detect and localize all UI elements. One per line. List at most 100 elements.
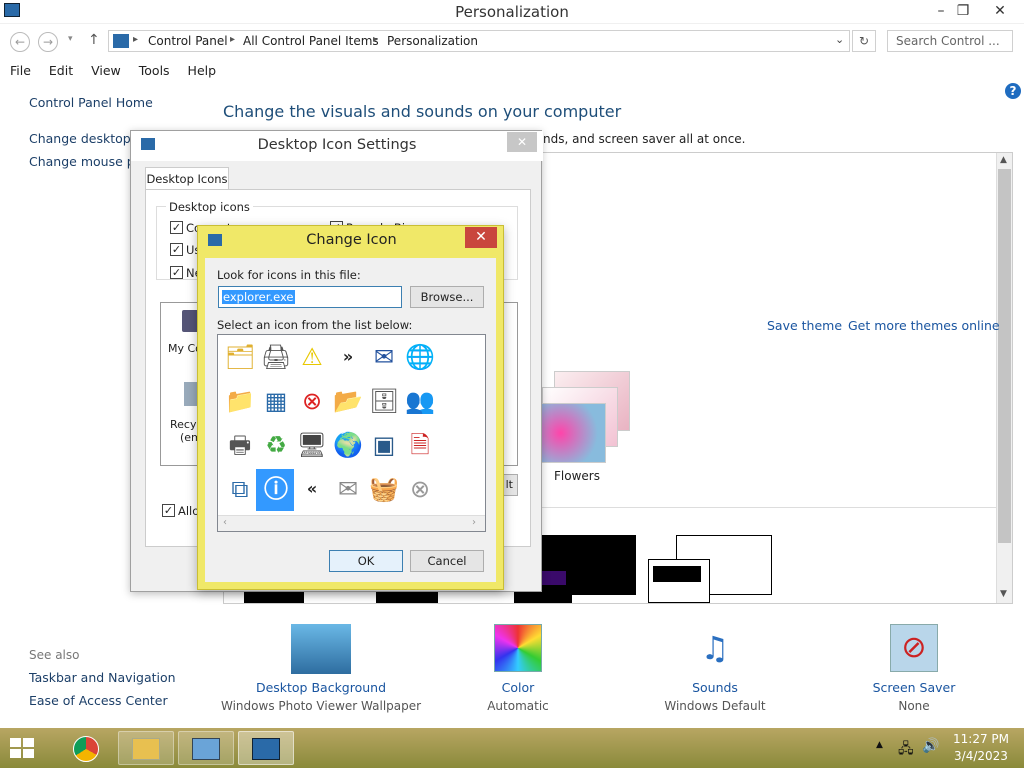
select-icon-label: Select an icon from the list below: [217,318,413,332]
back-button[interactable]: ← [10,32,30,52]
browse-button[interactable]: Browse... [410,286,484,308]
computer-checkbox[interactable]: ✓ [170,221,183,234]
crumb-control-panel[interactable]: Control Panel [148,34,228,48]
sounds-icon: ♫ [700,629,730,667]
error-icon[interactable]: ⊗ [294,383,330,419]
save-theme-link[interactable]: Save theme [767,318,842,333]
allow-themes-checkbox[interactable]: ✓ [162,504,175,517]
info-icon[interactable]: ⓘ [258,471,294,507]
internet-globe-icon[interactable]: 🌐 [402,339,438,375]
scroll-down-icon[interactable]: ▼ [1000,589,1007,599]
forward-arrows-icon[interactable]: » [330,339,366,375]
file-explorer-taskbar-button[interactable] [118,731,174,765]
printer-error-icon[interactable]: 🖨 [258,339,294,375]
scroll-up-icon[interactable]: ▲ [1000,155,1007,165]
icon-grid-scrollbar[interactable]: ‹ › [218,515,485,531]
search-input[interactable]: Search Control ... [887,30,1013,52]
network-icon[interactable]: 🖧 [898,738,914,762]
crumb-all-items[interactable]: All Control Panel Items [243,34,379,48]
dialog-close-button[interactable]: ✕ [507,132,537,152]
computer-icon[interactable]: 🖥 [294,427,330,463]
back-arrows-icon[interactable]: « [294,471,330,507]
dialog-body: Look for icons in this file: explorer.ex… [205,258,496,582]
cancel-circle-icon[interactable]: ⊗ [402,471,438,507]
document-blocked-icon[interactable]: 🗎 [402,427,438,463]
menu-help[interactable]: Help [188,63,217,78]
volume-icon[interactable]: 🔊 [922,738,939,754]
screen-saver-icon: ⊘ [890,624,938,672]
menu-edit[interactable]: Edit [49,63,73,78]
up-button[interactable]: ↑ [88,32,100,48]
clock-date[interactable]: 3/4/2023 [950,749,1012,763]
chrome-taskbar-button[interactable] [58,731,114,765]
nav-change-mouse-pointers[interactable]: Change mouse pointers [29,154,131,169]
users-icon[interactable]: 👥 [402,383,438,419]
printer-icon[interactable]: 🖶 [222,427,258,463]
desktop-background-item[interactable]: Desktop Background Windows Photo Viewer … [221,624,421,713]
screen-saver-item[interactable]: ⊘ Screen Saver None [834,624,994,713]
help-icon[interactable]: ? [1005,83,1021,99]
network-checkbox[interactable]: ✓ [170,266,183,279]
display-icon [252,738,280,760]
chevron-down-icon[interactable]: ⌄ [835,33,844,46]
scroll-thumb[interactable] [998,169,1011,543]
window-title: Personalization [455,3,569,21]
close-button[interactable]: ✕ [985,0,1015,22]
show-hidden-icons[interactable]: ▲ [876,740,883,750]
recycle-icon[interactable]: ♻ [258,427,294,463]
globe-icon[interactable]: 🌍 [330,427,366,463]
color-label[interactable]: Color [438,680,598,695]
sounds-item[interactable]: ♫ Sounds Windows Default [635,624,795,713]
tab-desktop-icons[interactable]: Desktop Icons [145,167,229,190]
personalization-taskbar-button[interactable] [238,731,294,765]
nav-change-desktop-icons[interactable]: Change desktop icons [29,131,131,146]
folder-up-icon[interactable]: 📁 [222,383,258,419]
scroll-right-icon[interactable]: › [472,517,476,528]
recent-pages-icon[interactable]: ▾ [68,34,73,44]
high-contrast-white-thumb-2 [648,559,710,603]
menu-view[interactable]: View [91,63,121,78]
sounds-label[interactable]: Sounds [635,680,795,695]
scroll-left-icon[interactable]: ‹ [223,517,227,528]
taskbar: ▲ 🖧 🔊 11:27 PM 3/4/2023 [0,728,1024,768]
cancel-button[interactable]: Cancel [410,550,484,572]
menu-file[interactable]: File [10,63,31,78]
desktop-background-label[interactable]: Desktop Background [241,680,401,695]
get-more-themes-link[interactable]: Get more themes online [848,318,1000,333]
folder-network-icon[interactable]: 🗂 [222,339,258,375]
crumb-personalization[interactable]: Personalization [387,34,478,48]
color-item[interactable]: Color Automatic [438,624,598,713]
server-icon[interactable]: 🗄 [366,383,402,419]
open-window-icon[interactable]: ⧉ [222,471,258,507]
display-windows-icon[interactable]: ▣ [366,427,402,463]
control-panel-grid-icon[interactable]: ▦ [258,383,294,419]
maximize-button[interactable]: ❐ [948,0,978,22]
clock-time[interactable]: 11:27 PM [950,732,1012,746]
user-files-checkbox[interactable]: ✓ [170,243,183,256]
themes-scrollbar[interactable]: ▲ ▼ [996,153,1012,603]
warning-icon[interactable]: ⚠ [294,339,330,375]
flowers-theme-label[interactable]: Flowers [554,469,600,483]
color-value: Automatic [487,699,549,713]
document-mail-icon[interactable]: ✉ [366,339,402,375]
menu-tools[interactable]: Tools [139,63,170,78]
group-label: Desktop icons [166,200,253,214]
screen-saver-label[interactable]: Screen Saver [834,680,994,695]
close-icon[interactable]: ✕ [465,227,497,248]
icon-grid[interactable]: 🗂 🖨 ⚠ » ✉ 🌐 📁 ▦ ⊗ 📂 🗄 👥 🖶 ♻ 🖥 🌍 ▣ 🗎 ⧉ ⓘ … [217,334,486,532]
nav-taskbar[interactable]: Taskbar and Navigation [29,670,176,685]
start-button[interactable] [10,738,34,758]
control-panel-taskbar-button[interactable] [178,731,234,765]
folder-icon[interactable]: 📂 [330,383,366,419]
envelope-icon[interactable]: ✉ [330,471,366,507]
file-path-input[interactable]: explorer.exe [218,286,402,308]
look-for-label: Look for icons in this file: [217,268,361,282]
shopping-basket-icon[interactable]: 🧺 [366,471,402,507]
nav-ease-of-access[interactable]: Ease of Access Center [29,693,168,708]
refresh-button[interactable]: ↻ [852,30,876,52]
ok-button[interactable]: OK [329,550,403,572]
nav-control-panel-home[interactable]: Control Panel Home [29,95,153,110]
address-bar[interactable]: ▸ Control Panel ▸ All Control Panel Item… [108,30,850,52]
forward-button[interactable]: → [38,32,58,52]
title-bar: Personalization – ❐ ✕ [0,0,1024,24]
